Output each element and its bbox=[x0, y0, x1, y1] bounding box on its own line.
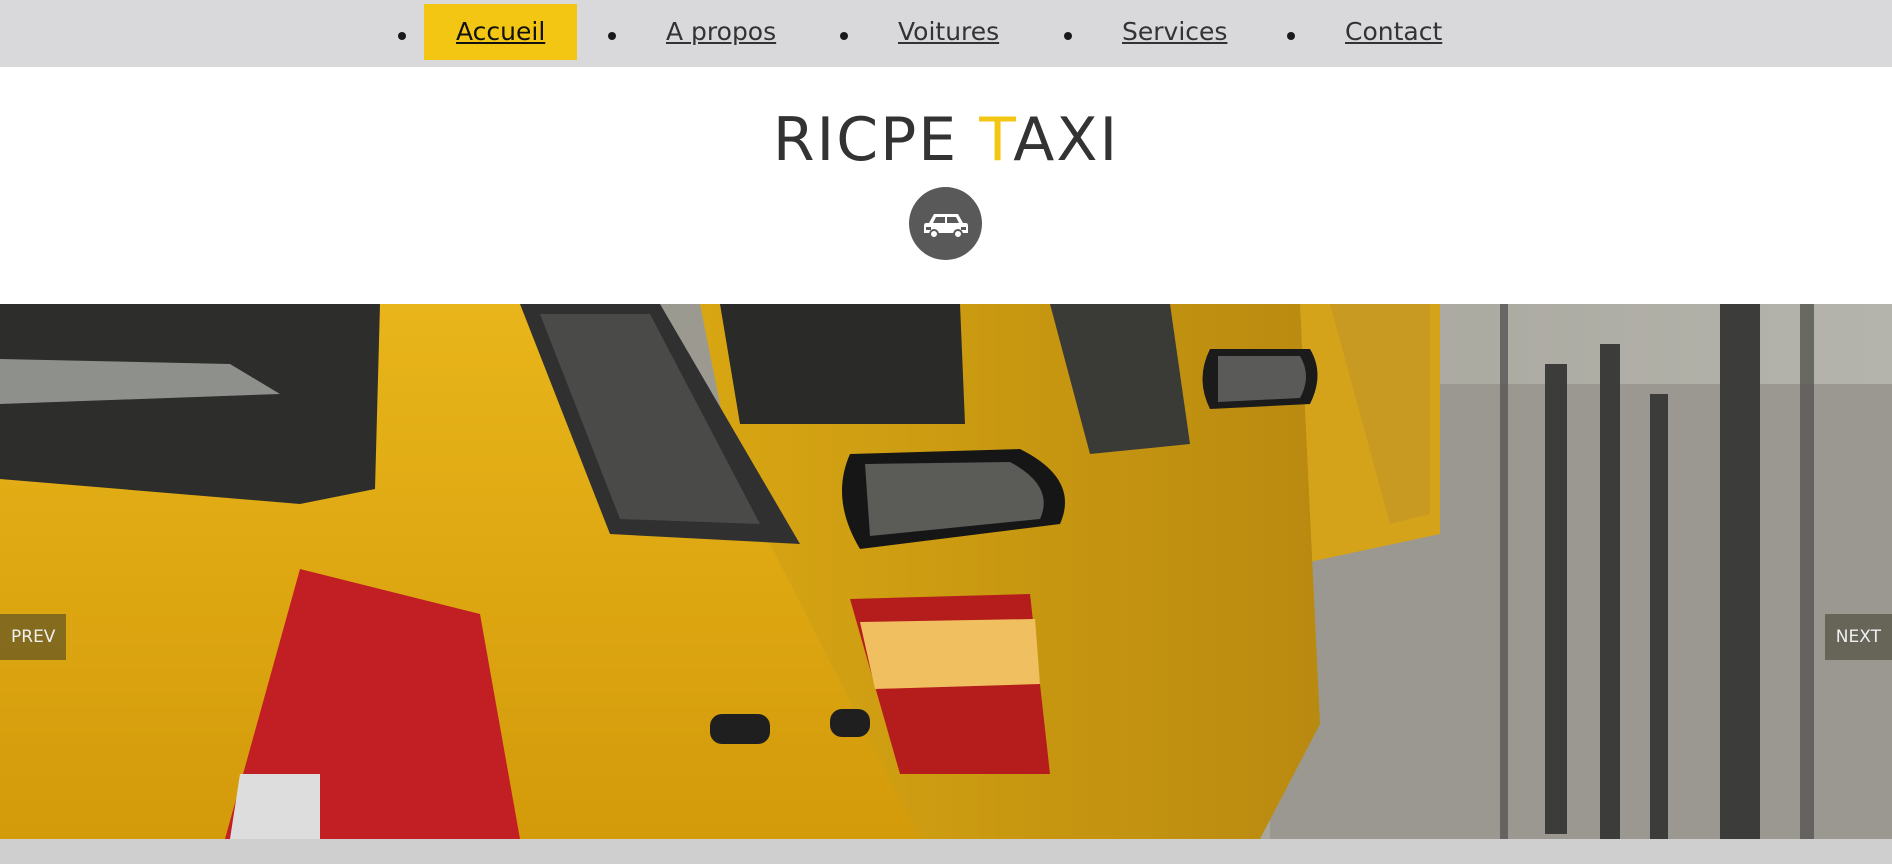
brand-header: RICPE TAXI bbox=[0, 67, 1892, 304]
nav-link-contact[interactable]: Contact bbox=[1313, 4, 1474, 60]
car-glyph bbox=[923, 213, 968, 239]
logo-text-accent: T bbox=[979, 105, 1014, 175]
taxi-car-icon bbox=[909, 187, 982, 260]
bottom-bar bbox=[0, 839, 1892, 864]
site-logo[interactable]: RICPE TAXI bbox=[0, 105, 1892, 175]
bullet-icon bbox=[608, 32, 616, 40]
logo-text-start: RICPE bbox=[772, 105, 980, 175]
nav-item-a-propos: A propos bbox=[608, 4, 808, 60]
nav-link-services[interactable]: Services bbox=[1090, 4, 1259, 60]
nav-link-a-propos[interactable]: A propos bbox=[634, 4, 808, 60]
hero-slider bbox=[0, 304, 1892, 839]
bullet-icon bbox=[1287, 32, 1295, 40]
slider-prev-button[interactable]: PREV bbox=[0, 614, 67, 660]
nav-item-services: Services bbox=[1064, 4, 1259, 60]
bullet-icon bbox=[840, 32, 848, 40]
bullet-icon bbox=[398, 32, 406, 40]
nav-item-voitures: Voitures bbox=[840, 4, 1031, 60]
logo-text-end: AXI bbox=[1013, 105, 1120, 175]
nav-item-accueil: Accueil bbox=[398, 4, 578, 60]
nav-item-contact: Contact bbox=[1287, 4, 1474, 60]
nav-link-voitures[interactable]: Voitures bbox=[866, 4, 1031, 60]
bullet-icon bbox=[1064, 32, 1072, 40]
top-navigation: Accueil A propos Voitures Services Conta… bbox=[0, 0, 1892, 67]
hero-image-taxis bbox=[0, 304, 1892, 839]
slider-next-button[interactable]: NEXT bbox=[1824, 614, 1892, 660]
nav-link-accueil[interactable]: Accueil bbox=[424, 4, 578, 60]
